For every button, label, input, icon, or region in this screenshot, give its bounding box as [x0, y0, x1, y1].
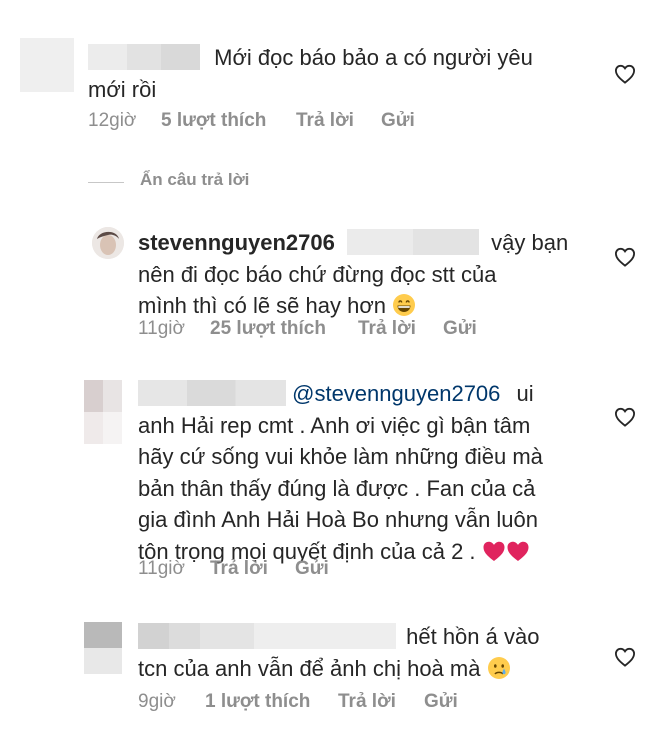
hide-replies-label: Ẩn câu trả lời — [140, 170, 250, 189]
comment-line-4: bản thân thấy đúng là được . Fan của cả — [138, 475, 536, 501]
comment-meta: 11giờ 25 lượt thích Trả lời Gửi — [138, 318, 538, 342]
reply-button[interactable]: Trả lời — [358, 318, 416, 340]
comment-text: @stevennguyen2706 ui anh Hải rep cmt . A… — [138, 378, 608, 567]
comment-line-1: Mới đọc báo bảo a có người yêu — [214, 45, 533, 70]
comment-4: hết hồn á vào tcn của anh vẫn để ảnh chị… — [0, 615, 660, 736]
likes-count-link[interactable]: 25 lượt thích — [210, 318, 326, 340]
divider — [88, 182, 124, 183]
comment-text: Mới đọc báo bảo a có người yêu mới rồi — [88, 42, 608, 105]
avatar[interactable] — [92, 227, 124, 259]
comment-2: stevennguyen2706 vậy bạn nên đi đọc báo … — [0, 215, 660, 355]
comment-line-1: ui — [516, 381, 534, 406]
comment-time: 12giờ — [88, 110, 137, 131]
comment-text: hết hồn á vào tcn của anh vẫn để ảnh chị… — [138, 621, 608, 684]
likes-count-link[interactable]: 5 lượt thích — [161, 110, 266, 132]
comment-line-3: mình thì có lẽ sẽ hay hơn — [138, 293, 387, 318]
red-heart-emoji — [482, 539, 506, 563]
comment-line-2: mới rồi — [88, 76, 157, 102]
comment-line-2: anh Hải rep cmt . Anh ơi việc gì bận tâm — [138, 412, 531, 438]
comment-time: 9giờ — [138, 691, 176, 712]
username-blurred[interactable] — [88, 44, 200, 70]
reply-button[interactable]: Trả lời — [296, 110, 354, 132]
avatar-blurred[interactable] — [84, 622, 122, 674]
comment-line-2: nên đi đọc báo chứ đừng đọc stt của — [138, 261, 497, 287]
comment-1: Mới đọc báo bảo a có người yêu mới rồi 1… — [0, 0, 660, 150]
avatar[interactable] — [20, 38, 74, 92]
mention-link[interactable]: @stevennguyen2706 — [292, 381, 500, 406]
heart-outline-icon[interactable] — [614, 247, 636, 267]
heart-outline-icon[interactable] — [614, 64, 636, 84]
username-blurred[interactable] — [138, 380, 286, 406]
send-button[interactable]: Gửi — [424, 691, 458, 713]
send-button[interactable]: Gửi — [295, 558, 329, 580]
comment-line-5: gia đình Anh Hải Hoà Bo nhưng vẫn luôn — [138, 507, 539, 532]
reply-button[interactable]: Trả lời — [338, 691, 396, 713]
comment-time: 11giờ — [138, 558, 185, 579]
heart-outline-icon[interactable] — [614, 407, 636, 427]
comment-meta: 11giờ Trả lời Gửi — [138, 558, 438, 582]
comment-text: stevennguyen2706 vậy bạn nên đi đọc báo … — [138, 227, 618, 322]
username-link[interactable]: stevennguyen2706 — [138, 230, 335, 255]
comment-meta: 9giờ 1 lượt thích Trả lời Gửi — [138, 691, 538, 715]
comment-line-3: hãy cứ sống vui khỏe làm những điều mà — [138, 444, 543, 469]
comment-line-2: tcn của anh vẫn để ảnh chị hoà mà — [138, 655, 481, 681]
avatar-blurred[interactable] — [84, 380, 122, 444]
send-button[interactable]: Gửi — [443, 318, 477, 340]
comment-meta: 12giờ 5 lượt thích Trả lời Gửi — [88, 110, 488, 134]
grinning-face-emoji — [392, 293, 416, 317]
heart-outline-icon[interactable] — [614, 647, 636, 667]
red-heart-emoji — [506, 539, 530, 563]
mention-blurred[interactable] — [347, 229, 479, 255]
likes-count-link[interactable]: 1 lượt thích — [205, 691, 310, 713]
send-button[interactable]: Gửi — [381, 110, 415, 132]
comment-time: 11giờ — [138, 318, 185, 339]
comment-line-1: vậy bạn — [491, 230, 569, 255]
reply-button[interactable]: Trả lời — [210, 558, 268, 580]
comment-line-1: hết hồn á vào — [406, 624, 540, 649]
crying-face-emoji — [487, 656, 511, 680]
comment-3: @stevennguyen2706 ui anh Hải rep cmt . A… — [0, 375, 660, 585]
username-blurred[interactable] — [138, 623, 396, 649]
